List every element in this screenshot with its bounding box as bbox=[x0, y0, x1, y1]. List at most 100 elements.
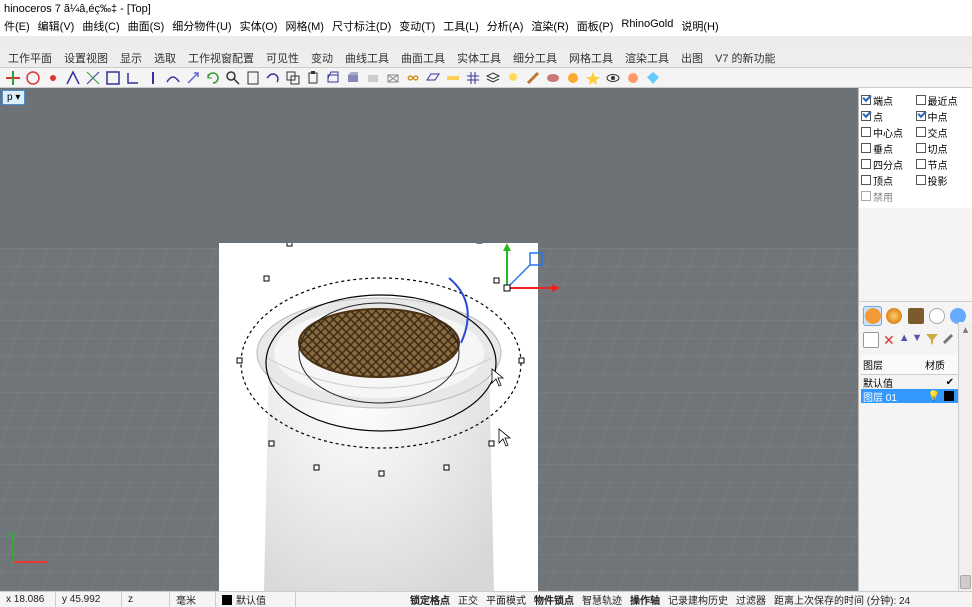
col-material[interactable]: 材质 bbox=[923, 355, 947, 374]
tool-gem-icon[interactable] bbox=[644, 69, 662, 87]
menu-analyze[interactable]: 分析(A) bbox=[487, 18, 524, 36]
gumball-widget[interactable] bbox=[497, 243, 567, 298]
tab-cplane[interactable]: 工作平面 bbox=[8, 50, 52, 67]
layers-tab-icon[interactable] bbox=[863, 306, 882, 326]
delete-layer-icon[interactable]: ✕ bbox=[881, 332, 897, 349]
viewport-top[interactable]: p ▾ z bbox=[0, 88, 858, 591]
status-layer[interactable]: 默认值 bbox=[216, 592, 296, 607]
tool-brush-icon[interactable] bbox=[524, 69, 542, 87]
tab-surfacetools[interactable]: 曲面工具 bbox=[401, 50, 445, 67]
tool-layer-icon[interactable] bbox=[484, 69, 502, 87]
checkbox-icon[interactable] bbox=[861, 143, 871, 153]
tab-meshtools[interactable]: 网格工具 bbox=[569, 50, 613, 67]
osnap-center[interactable]: 中心点 bbox=[873, 125, 903, 140]
tool-undo-icon[interactable] bbox=[264, 69, 282, 87]
tab-rendertools[interactable]: 渲染工具 bbox=[625, 50, 669, 67]
tool-paste-icon[interactable] bbox=[304, 69, 322, 87]
bulb-icon[interactable]: 💡 bbox=[928, 391, 940, 402]
checkbox-icon[interactable] bbox=[861, 111, 871, 121]
tab-setview[interactable]: 设置视图 bbox=[64, 50, 108, 67]
osnap-near[interactable]: 最近点 bbox=[928, 93, 958, 108]
osnap-proj[interactable]: 投影 bbox=[928, 173, 948, 188]
osnap-perp[interactable]: 垂点 bbox=[873, 141, 893, 156]
osnap-knot[interactable]: 节点 bbox=[928, 157, 948, 172]
osnap-vert[interactable]: 顶点 bbox=[873, 173, 893, 188]
tool-dot-icon[interactable] bbox=[44, 69, 62, 87]
new-layer-icon[interactable] bbox=[863, 332, 879, 348]
osnap-point[interactable]: 点 bbox=[873, 109, 883, 124]
checkbox-icon[interactable] bbox=[861, 95, 871, 105]
filter-icon[interactable] bbox=[925, 332, 939, 349]
menu-mesh[interactable]: 网格(M) bbox=[285, 18, 324, 36]
osnap-tan[interactable]: 切点 bbox=[928, 141, 948, 156]
status-planar[interactable]: 平面模式 bbox=[482, 592, 530, 607]
scroll-thumb[interactable] bbox=[960, 575, 971, 589]
menu-surface[interactable]: 曲面(S) bbox=[128, 18, 165, 36]
tab-curvetools[interactable]: 曲线工具 bbox=[345, 50, 389, 67]
viewport-label[interactable]: p ▾ bbox=[2, 90, 25, 105]
tab-v7new[interactable]: V7 的新功能 bbox=[715, 50, 776, 67]
tool-paint-icon[interactable] bbox=[544, 69, 562, 87]
tab-viewlayout[interactable]: 工作视窗配置 bbox=[188, 50, 254, 67]
tool-xray-icon[interactable] bbox=[384, 69, 402, 87]
checkbox-icon[interactable] bbox=[916, 159, 926, 169]
menu-solid[interactable]: 实体(O) bbox=[240, 18, 278, 36]
render-tab-icon[interactable] bbox=[884, 306, 903, 326]
osnap-end[interactable]: 端点 bbox=[873, 93, 893, 108]
tab-transform[interactable]: 变动 bbox=[311, 50, 333, 67]
status-gumball[interactable]: 操作轴 bbox=[626, 592, 664, 607]
layer-row-01[interactable]: 图层 01 💡 bbox=[861, 389, 970, 403]
tool-planar-icon[interactable] bbox=[424, 69, 442, 87]
menu-subd[interactable]: 细分物件(U) bbox=[172, 18, 231, 36]
checkbox-icon[interactable] bbox=[861, 175, 871, 185]
tool-surface-icon[interactable] bbox=[164, 69, 182, 87]
tab-subdtools[interactable]: 细分工具 bbox=[513, 50, 557, 67]
layer-color-swatch[interactable] bbox=[944, 391, 954, 401]
osnap-mid[interactable]: 中点 bbox=[928, 109, 948, 124]
status-filter[interactable]: 过滤器 bbox=[732, 592, 770, 607]
osnap-int[interactable]: 交点 bbox=[928, 125, 948, 140]
checkbox-icon[interactable] bbox=[916, 111, 926, 121]
tool-arrow-icon[interactable] bbox=[184, 69, 202, 87]
osnap-quad[interactable]: 四分点 bbox=[873, 157, 903, 172]
tool-ghosted-icon[interactable] bbox=[364, 69, 382, 87]
menu-transform[interactable]: 变动(T) bbox=[399, 18, 435, 36]
checkbox-icon[interactable] bbox=[861, 159, 871, 169]
status-grid[interactable]: 锁定格点 bbox=[406, 592, 454, 607]
tool-light-icon[interactable] bbox=[504, 69, 522, 87]
tools-icon[interactable] bbox=[941, 332, 955, 349]
tool-star-icon[interactable] bbox=[584, 69, 602, 87]
layer-row-default[interactable]: 默认值 ✔ bbox=[861, 375, 970, 389]
tab-visibility[interactable]: 可见性 bbox=[266, 50, 299, 67]
col-layer[interactable]: 图层 bbox=[861, 355, 923, 374]
checkbox-icon[interactable] bbox=[916, 143, 926, 153]
menu-edit[interactable]: 编辑(V) bbox=[38, 18, 75, 36]
tool-axis-icon[interactable] bbox=[84, 69, 102, 87]
tool-sphere-icon[interactable] bbox=[564, 69, 582, 87]
up-icon[interactable]: ▲ bbox=[899, 332, 910, 349]
props-tab-icon[interactable] bbox=[927, 306, 946, 326]
checkbox-icon[interactable] bbox=[916, 127, 926, 137]
tab-display[interactable]: 显示 bbox=[120, 50, 142, 67]
down-icon[interactable]: ▼ bbox=[912, 332, 923, 349]
tool-vert-icon[interactable] bbox=[144, 69, 162, 87]
menu-file[interactable]: 件(E) bbox=[4, 18, 30, 36]
tool-square-icon[interactable] bbox=[104, 69, 122, 87]
tab-select[interactable]: 选取 bbox=[154, 50, 176, 67]
tool-rotate-icon[interactable] bbox=[204, 69, 222, 87]
tool-doc-icon[interactable] bbox=[244, 69, 262, 87]
checkbox-icon[interactable] bbox=[861, 127, 871, 137]
tool-3pt-icon[interactable] bbox=[64, 69, 82, 87]
checkbox-icon[interactable] bbox=[861, 191, 871, 201]
tool-wire-icon[interactable] bbox=[324, 69, 342, 87]
tool-copy-icon[interactable] bbox=[284, 69, 302, 87]
menu-tools[interactable]: 工具(L) bbox=[443, 18, 478, 36]
tool-eye-icon[interactable] bbox=[604, 69, 622, 87]
tool-origin-icon[interactable] bbox=[24, 69, 42, 87]
tool-ball-icon[interactable] bbox=[624, 69, 642, 87]
scrollbar[interactable]: ▴ bbox=[958, 322, 972, 591]
tool-grid-icon[interactable] bbox=[464, 69, 482, 87]
menu-panels[interactable]: 面板(P) bbox=[577, 18, 614, 36]
menu-rhinogold[interactable]: RhinoGold bbox=[621, 18, 673, 36]
checkbox-icon[interactable] bbox=[916, 95, 926, 105]
